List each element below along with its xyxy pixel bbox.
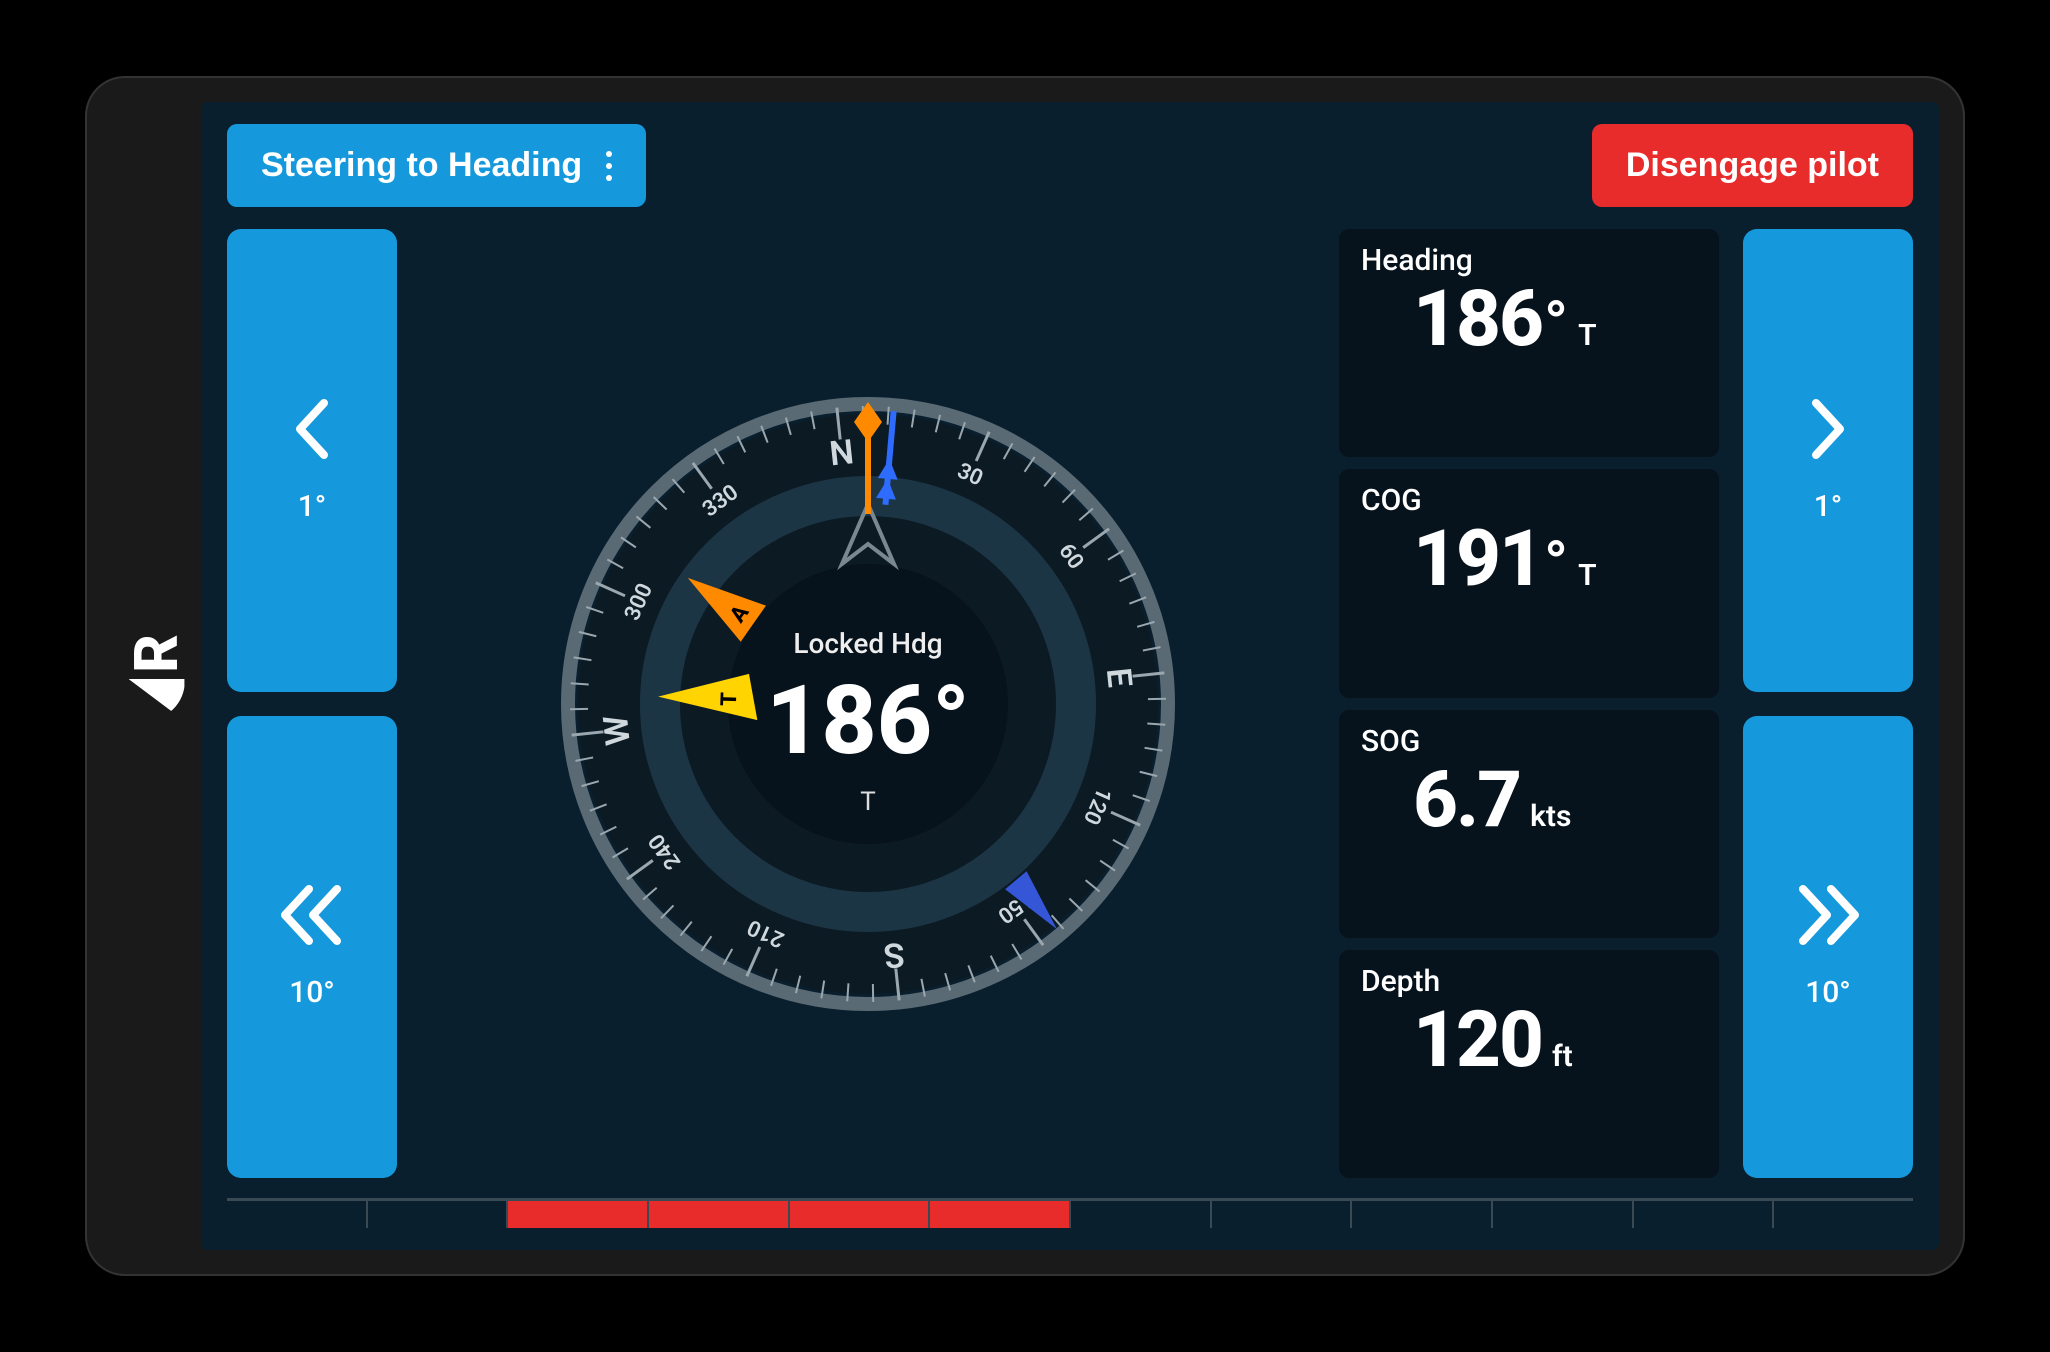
depth-tile[interactable]: Depth 120 ft [1339, 950, 1719, 1178]
svg-text:T: T [717, 691, 742, 706]
main-grid: 1° 10° NESW3060120150210240300330AT Lock… [227, 229, 1913, 1178]
depth-value: 120 [1413, 995, 1542, 1086]
sog-label: SOG [1361, 724, 1697, 759]
nudge-left-column: 1° 10° [227, 229, 397, 1178]
locked-heading-label: Locked Hdg [793, 627, 942, 660]
rudder-segment [1071, 1201, 1212, 1228]
compass-area: NESW3060120150210240300330AT Locked Hdg … [421, 229, 1315, 1178]
nudge-right-large-button[interactable]: 10° [1743, 716, 1913, 1179]
rudder-segment [1352, 1201, 1493, 1228]
rudder-segment [649, 1201, 790, 1228]
svg-text:W: W [596, 713, 639, 747]
rudder-segment [508, 1201, 649, 1228]
brand-logo: R [120, 632, 191, 721]
nudge-left-small-button[interactable]: 1° [227, 229, 397, 692]
topbar: Steering to Heading Disengage pilot [227, 124, 1913, 207]
cog-value: 191 [1413, 514, 1542, 605]
rudder-indicator [227, 1198, 1913, 1228]
steering-mode-label: Steering to Heading [261, 146, 582, 185]
sog-tile[interactable]: SOG 6.7 kts [1339, 710, 1719, 938]
double-chevron-right-icon [1793, 883, 1863, 947]
depth-unit: ft [1552, 1039, 1573, 1074]
steering-mode-button[interactable]: Steering to Heading [227, 124, 646, 207]
heading-value: 186 [1413, 274, 1542, 365]
rudder-segment [1774, 1201, 1913, 1228]
heading-unit: T [1578, 318, 1596, 353]
chevron-left-icon [290, 397, 334, 461]
rudder-segment [1634, 1201, 1775, 1228]
brand-sail-icon [128, 678, 184, 720]
heading-label: Heading [1361, 243, 1697, 278]
rudder-segment [1212, 1201, 1353, 1228]
screen: Steering to Heading Disengage pilot 1° [201, 102, 1939, 1250]
rudder-segment [930, 1201, 1071, 1228]
locked-heading-unit: T [860, 787, 876, 817]
data-tiles: Heading 186 ° T COG 191 ° T [1339, 229, 1719, 1178]
heading-degree: ° [1544, 288, 1568, 361]
more-options-icon [606, 151, 612, 181]
rudder-segment [368, 1201, 509, 1228]
depth-label: Depth [1361, 964, 1697, 999]
brand-letter: R [120, 632, 191, 673]
compass-gauge[interactable]: NESW3060120150210240300330AT Locked Hdg … [548, 384, 1188, 1024]
nudge-small-label: 1° [298, 489, 327, 524]
device-frame: R Steering to Heading Disengage pilot 1° [85, 76, 1965, 1276]
disengage-label: Disengage pilot [1626, 146, 1879, 185]
cog-degree: ° [1544, 528, 1568, 601]
chevron-right-icon [1806, 397, 1850, 461]
cog-label: COG [1361, 483, 1697, 518]
disengage-pilot-button[interactable]: Disengage pilot [1592, 124, 1913, 207]
rudder-segment [227, 1201, 368, 1228]
nudge-right-column: 1° 10° [1743, 229, 1913, 1178]
double-chevron-left-icon [277, 883, 347, 947]
sog-value: 6.7 [1413, 755, 1520, 846]
bezel: R [111, 102, 201, 1250]
nudge-small-label: 1° [1814, 489, 1843, 524]
locked-heading-value: 186° [766, 665, 970, 777]
cog-unit: T [1578, 558, 1596, 593]
nudge-large-label: 10° [289, 975, 335, 1010]
svg-text:S: S [882, 933, 907, 975]
rudder-segment [1493, 1201, 1634, 1228]
sog-unit: kts [1530, 799, 1571, 834]
svg-text:N: N [828, 432, 856, 474]
rudder-segment [790, 1201, 931, 1228]
nudge-left-large-button[interactable]: 10° [227, 716, 397, 1179]
nudge-right-small-button[interactable]: 1° [1743, 229, 1913, 692]
heading-tile[interactable]: Heading 186 ° T [1339, 229, 1719, 457]
nudge-large-label: 10° [1805, 975, 1851, 1010]
cog-tile[interactable]: COG 191 ° T [1339, 469, 1719, 697]
